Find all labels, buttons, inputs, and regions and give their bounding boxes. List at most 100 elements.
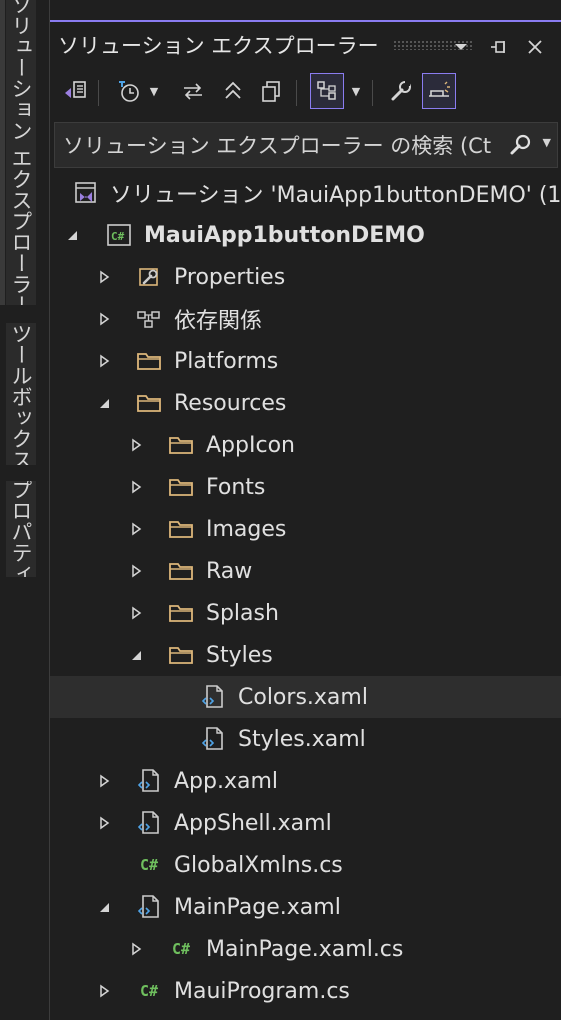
tree-item[interactable]: C# MainPage.xaml.cs (50, 928, 561, 970)
side-tab-indicator (0, 0, 5, 305)
tree-item-label: Fonts (206, 474, 266, 500)
expanded-arrow-icon[interactable] (128, 647, 144, 663)
close-icon[interactable] (522, 34, 548, 60)
toolbar-separator (98, 80, 99, 106)
tree-item[interactable]: Colors.xaml (50, 676, 561, 718)
toolbar-separator (372, 80, 373, 106)
expanded-arrow-icon[interactable] (96, 395, 112, 411)
tree-item[interactable]: ソリューション 'MauiApp1buttonDEMO' (1/ (50, 172, 561, 214)
tree-item-label: AppShell.xaml (174, 810, 332, 836)
search-input[interactable]: ソリューション エクスプローラー の検索 (Ctrl+ (63, 130, 493, 160)
tree-item-label: ソリューション 'MauiApp1buttonDEMO' (1/ (110, 183, 561, 208)
tree-item[interactable]: Resources (50, 382, 561, 424)
tree-item[interactable]: Properties (50, 256, 561, 298)
tree-item-label: MainPage.xaml (174, 894, 341, 920)
hierarchy-view-icon[interactable] (310, 73, 344, 109)
tree-item[interactable]: Platforms (50, 340, 561, 382)
collapsed-arrow-icon[interactable] (128, 563, 144, 579)
tree-item-label: Images (206, 516, 287, 542)
tree-item[interactable]: C# MauiApp1buttonDEMO (50, 214, 561, 256)
side-tab-label: プロパティ (9, 481, 33, 577)
tree-item[interactable]: Fonts (50, 466, 561, 508)
tree-item-label: MauiApp1buttonDEMO (144, 222, 425, 248)
xaml-file-icon (136, 894, 162, 920)
tree-item[interactable]: 依存関係 (50, 298, 561, 340)
collapsed-arrow-icon[interactable] (96, 773, 112, 789)
tree-item[interactable]: Splash (50, 592, 561, 634)
folder-icon (168, 516, 194, 542)
folder-icon (168, 474, 194, 500)
collapse-all-icon[interactable] (216, 73, 250, 109)
side-tab-label: ツールボックス (9, 323, 33, 465)
folder-icon (168, 432, 194, 458)
title-bar: ソリューション エクスプローラー (50, 22, 561, 68)
side-tab-strip: ソリューション エクスプローラー ツールボックス プロパティ (0, 0, 48, 1020)
collapsed-arrow-icon[interactable] (128, 521, 144, 537)
properties-wrench-icon[interactable] (384, 73, 418, 109)
search-bar[interactable]: ソリューション エクスプローラー の検索 (Ctrl+ ▼ (54, 122, 558, 168)
svg-text:C#: C# (111, 230, 125, 243)
window-position-button[interactable] (448, 34, 474, 60)
tree-item[interactable]: C# MauiProgram.cs (50, 970, 561, 1012)
xaml-file-icon (200, 726, 226, 752)
expanded-arrow-icon[interactable] (96, 899, 112, 915)
tree-item[interactable]: Styles.xaml (50, 718, 561, 760)
pending-changes-filter-icon[interactable] (112, 73, 146, 109)
panel-title: ソリューション エクスプローラー (58, 34, 379, 58)
show-all-files-icon[interactable] (254, 73, 288, 109)
collapsed-arrow-icon[interactable] (96, 815, 112, 831)
chevron-down-icon[interactable]: ▼ (146, 73, 162, 109)
collapsed-arrow-icon[interactable] (128, 605, 144, 621)
collapsed-arrow-icon[interactable] (96, 311, 112, 327)
tree-item[interactable]: Raw (50, 550, 561, 592)
pin-icon[interactable] (486, 34, 512, 60)
collapsed-arrow-icon[interactable] (96, 983, 112, 999)
tree-item[interactable]: Styles (50, 634, 561, 676)
switch-views-icon[interactable] (58, 73, 92, 109)
xaml-file-icon (200, 684, 226, 710)
tree-item-label: AppIcon (206, 432, 295, 458)
collapsed-arrow-icon[interactable] (128, 941, 144, 957)
solution-explorer-panel: ソリューション エクスプローラー ▼ ▼ ソリューション エクスプローラー の検… (49, 0, 561, 1020)
folder-icon (168, 600, 194, 626)
preview-selected-items-icon[interactable] (422, 73, 456, 109)
properties-wrench-icon (136, 264, 162, 290)
folder-icon (136, 390, 162, 416)
tree-item-label: 依存関係 (174, 309, 263, 334)
collapsed-arrow-icon[interactable] (96, 269, 112, 285)
side-tab-toolbox[interactable]: ツールボックス (6, 323, 36, 465)
tree-item[interactable]: AppIcon (50, 424, 561, 466)
tree-item[interactable]: MainPage.xaml (50, 886, 561, 928)
tree-item[interactable]: C# GlobalXmlns.cs (50, 844, 561, 886)
collapsed-arrow-icon[interactable] (128, 437, 144, 453)
toolbar: ▼ ▼ (50, 70, 561, 118)
tree-item-label: Properties (174, 264, 286, 290)
tree-item-label: Styles (206, 642, 273, 668)
tree-item-label: Styles.xaml (238, 726, 366, 752)
collapsed-arrow-icon[interactable] (128, 479, 144, 495)
dependencies-icon (136, 306, 162, 332)
tree-item-label: GlobalXmlns.cs (174, 852, 343, 878)
expanded-arrow-icon[interactable] (64, 227, 80, 243)
csharp-file-icon: C# (171, 940, 191, 958)
tree-item[interactable]: App.xaml (50, 760, 561, 802)
side-tab-solution-explorer[interactable]: ソリューション エクスプローラー (6, 0, 36, 305)
folder-icon (168, 642, 194, 668)
tree-item[interactable]: AppShell.xaml (50, 802, 561, 844)
tree-item-label: Splash (206, 600, 279, 626)
tree-item-label: App.xaml (174, 768, 279, 794)
folder-icon (136, 348, 162, 374)
chevron-down-icon[interactable]: ▼ (543, 136, 551, 149)
chevron-down-icon[interactable]: ▼ (348, 73, 364, 109)
search-icon[interactable] (509, 133, 533, 157)
solution-icon (72, 180, 98, 206)
csharp-project-icon: C# (106, 222, 132, 248)
tree-item-label: Raw (206, 558, 253, 584)
collapsed-arrow-icon[interactable] (96, 353, 112, 369)
sync-with-active-document-icon[interactable] (176, 73, 210, 109)
tree-item[interactable]: Images (50, 508, 561, 550)
side-tab-properties[interactable]: プロパティ (6, 481, 36, 577)
tree-item-label: MainPage.xaml.cs (206, 936, 404, 962)
toolbar-separator (296, 80, 297, 106)
xaml-file-icon (136, 768, 162, 794)
